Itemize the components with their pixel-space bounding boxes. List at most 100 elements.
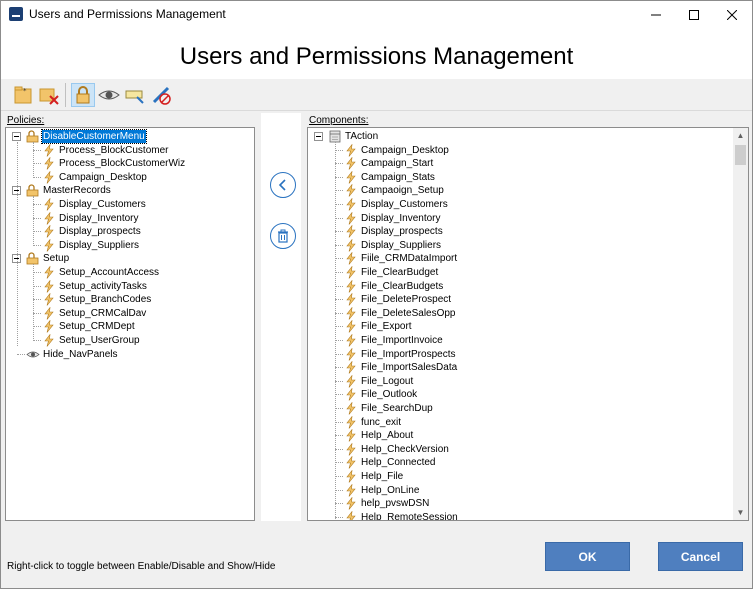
action-bolt-icon [44, 156, 54, 170]
action-bolt-icon [346, 496, 356, 510]
tree-node-label: Process_BlockCustomer [59, 144, 169, 156]
lock-icon [76, 86, 90, 104]
components-tree[interactable]: TAction Campaign_Desktop Campaign_Start Cam… [307, 127, 749, 521]
scroll-down-button[interactable]: ▼ [733, 505, 748, 520]
tree-node-label: Campaoign_Setup [361, 185, 444, 197]
show-hide-button[interactable] [97, 83, 121, 107]
collapse-toggle[interactable] [314, 132, 323, 141]
tree-connector [335, 272, 343, 273]
tree-node-label: Setup_CRMDept [59, 321, 135, 333]
edit-disabled-button[interactable] [149, 83, 173, 107]
tree-connector [335, 326, 343, 328]
action-bolt-icon [346, 442, 356, 456]
tree-connector [33, 217, 41, 219]
maximize-icon [689, 10, 699, 20]
tree-connector [335, 435, 343, 437]
eye-icon [26, 351, 40, 357]
action-bolt-icon [346, 510, 356, 520]
scroll-thumb[interactable] [735, 145, 746, 165]
action-bolt-icon [346, 292, 356, 306]
tree-connector [335, 394, 343, 396]
tree-connector [335, 244, 343, 246]
action-bolt-icon [44, 211, 54, 225]
tree-node-label: TAction [345, 131, 379, 142]
tree-node-label: Fiile_CRMDataImport [361, 253, 458, 265]
action-bolt-icon [346, 387, 356, 402]
delete-component-button[interactable] [270, 223, 296, 249]
tree-node-label: Setup_AccountAccess [59, 267, 160, 278]
tree-node-label: File_Export [361, 321, 412, 333]
collapse-toggle[interactable] [12, 132, 21, 141]
tree-node-label: Display_Customers [361, 199, 448, 210]
tree-node-label: Help_About [361, 430, 414, 442]
tree-connector [33, 285, 41, 287]
action-bolt-icon [44, 238, 54, 252]
tree-connector [335, 380, 343, 382]
tree-connector [17, 353, 25, 355]
action-bolt-icon [44, 265, 54, 279]
action-bolt-icon [346, 428, 356, 442]
tree-node-label: Display_prospects [59, 226, 141, 238]
trash-icon [278, 229, 288, 243]
tree-node-label: Display_Customers [59, 199, 146, 210]
action-bolt-icon [346, 415, 356, 429]
action-bolt-icon [44, 143, 54, 157]
tree-connector [33, 244, 41, 246]
tree-connector [335, 231, 343, 233]
tree-connector [335, 190, 343, 192]
action-bolt-icon [346, 211, 356, 225]
tree-node-label: help_pvswDSN [361, 498, 430, 510]
page-heading: Users and Permissions Management [179, 43, 574, 70]
tree-node-label: Help_RemoteSession [361, 511, 458, 521]
policies-tree[interactable]: DisableCustomerMenu Process_BlockCustomer… [5, 127, 255, 521]
edit-disabled-icon [152, 86, 171, 105]
action-bolt-icon [346, 279, 356, 293]
tree-node-label: Display_Suppliers [59, 239, 140, 251]
eye-icon [98, 90, 120, 100]
tree-node-label: File_Logout [361, 375, 414, 387]
delete-policy-button[interactable] [37, 83, 61, 107]
tree-connector [335, 462, 343, 464]
action-bolt-icon [346, 143, 356, 157]
tree-connector [335, 476, 343, 477]
tree-connector [33, 312, 41, 314]
tree-node-label: Help_CheckVersion [361, 443, 449, 455]
cancel-button[interactable]: Cancel [658, 542, 743, 571]
rename-button[interactable] [123, 83, 147, 107]
tree-node-label: func_exit [361, 416, 402, 428]
lock-button[interactable] [71, 83, 95, 107]
tree-node-label: File_ImportProspects [361, 348, 456, 360]
action-bolt-icon [346, 483, 356, 497]
tree-node-label: File_ClearBudgets [361, 280, 444, 292]
add-policy-icon: * [14, 86, 32, 104]
tree-node-label: File_SearchDup [361, 403, 433, 414]
action-bolt-icon [44, 333, 54, 347]
scroll-up-button[interactable]: ▲ [733, 128, 748, 143]
tree-connector [335, 204, 343, 205]
tree-node-label: MasterRecords [43, 185, 111, 197]
tree-connector [335, 217, 343, 219]
components-scrollbar[interactable]: ▲ ▼ [733, 128, 748, 520]
tree-node-label: Campaign_Desktop [361, 144, 449, 156]
tree-connector [335, 149, 343, 151]
tree-node-label: Setup_UserGroup [59, 335, 140, 346]
chevron-left-icon [278, 179, 286, 191]
action-bolt-icon [346, 197, 356, 211]
tree-connector [33, 176, 41, 178]
action-bolt-icon [44, 279, 54, 293]
action-bolt-icon [346, 319, 356, 334]
tree-node-label: Display_Inventory [59, 212, 139, 224]
svg-text:*: * [23, 87, 27, 95]
tree-connector [335, 258, 343, 260]
tree-connector [335, 367, 343, 369]
add-policy-button[interactable]: * [11, 83, 35, 107]
move-left-button[interactable] [270, 172, 296, 198]
ok-button[interactable]: OK [545, 542, 630, 571]
tree-node-label: Setup_activityTasks [59, 280, 147, 292]
close-button[interactable] [709, 1, 753, 29]
tree-connector [33, 141, 34, 176]
action-bolt-icon [346, 347, 356, 361]
tree-node-label: File_ImportSalesData [361, 362, 458, 374]
action-bolt-icon [44, 292, 54, 306]
tree-node-label: File_DeleteProspect [361, 294, 452, 306]
